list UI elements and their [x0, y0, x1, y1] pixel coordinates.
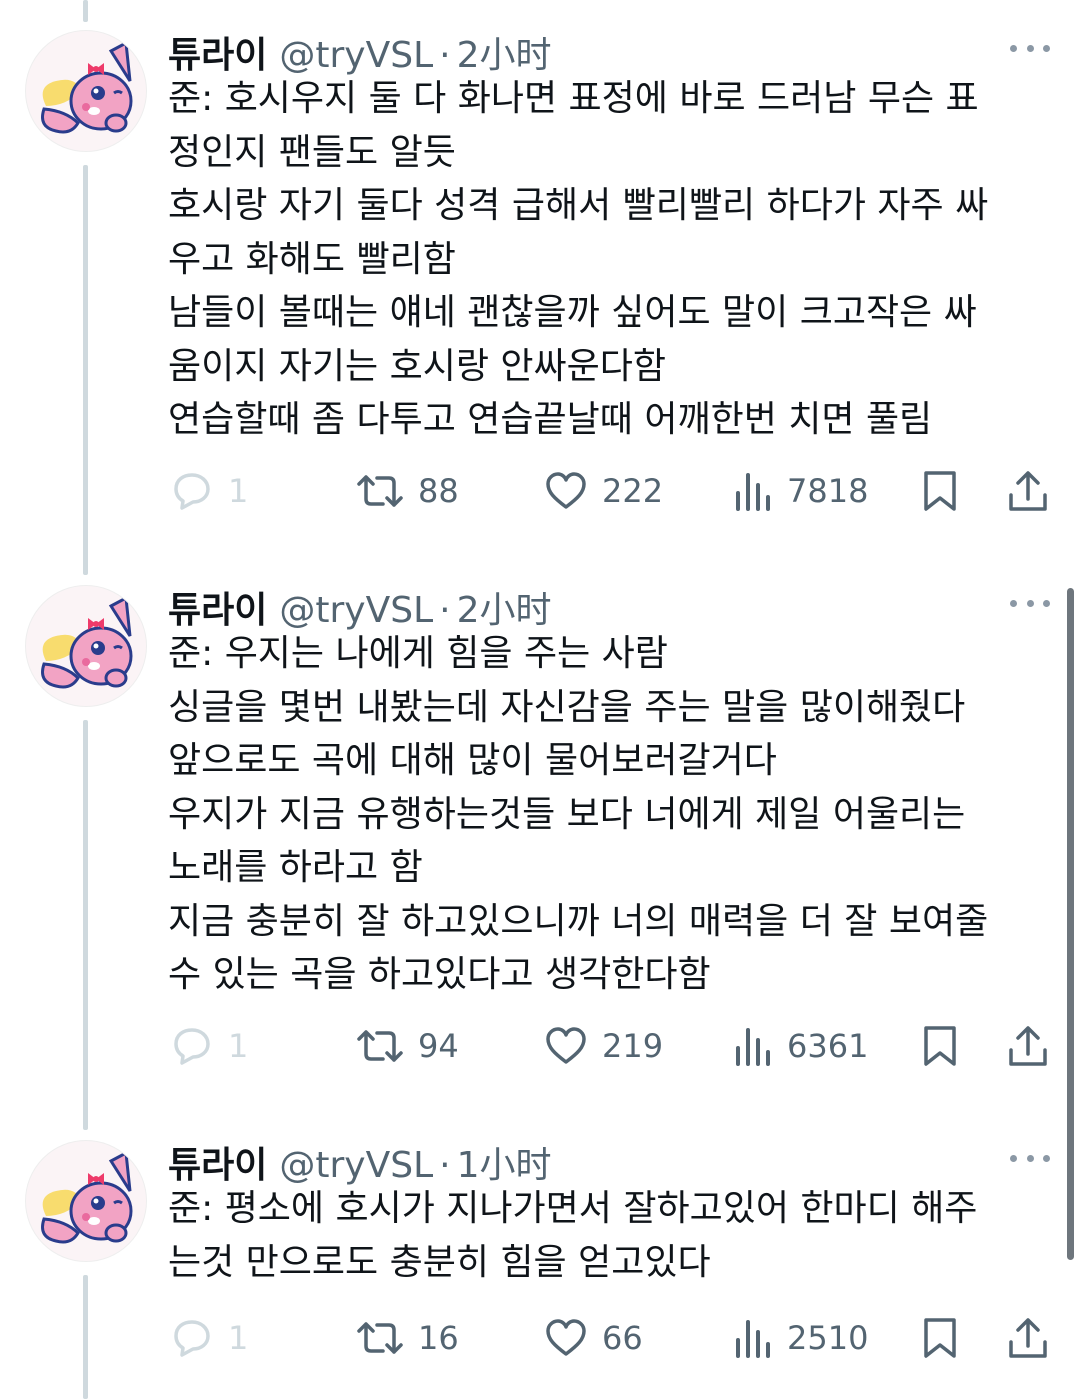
scrollbar[interactable]	[1067, 588, 1074, 1260]
reply-count: 1	[228, 1027, 249, 1065]
reply-button[interactable]: 1	[170, 1022, 248, 1070]
bookmark-icon	[924, 471, 956, 511]
retweet-count: 16	[418, 1319, 459, 1357]
tweet-text-line: 준: 호시우지 둘 다 화나면 표정에 바로 드러남 무슨 표	[168, 78, 979, 119]
tweet-text-line: 정인지 팬들도 알듯	[168, 131, 456, 173]
tweet-actions: 1 88 222 7818	[168, 467, 1058, 515]
bunny-avatar-icon	[41, 1150, 133, 1244]
tweet-text: 준: 우지는 나에게 힘을 주는 사람 싱글을 몇번 내봤는데 자신감을 주는 …	[168, 627, 1048, 1002]
more-dots-icon[interactable]	[1010, 597, 1050, 609]
separator-dot: ·	[439, 1145, 451, 1186]
like-count: 222	[602, 472, 664, 510]
share-button[interactable]	[1006, 1022, 1050, 1070]
reply-icon	[174, 473, 210, 510]
retweet-count: 88	[418, 472, 459, 510]
retweet-count: 94	[418, 1027, 459, 1065]
reply-button[interactable]: 1	[170, 467, 248, 515]
display-name[interactable]: 튜라이	[168, 581, 267, 633]
separator-dot: ·	[439, 590, 451, 631]
retweet-button[interactable]: 88	[356, 467, 459, 515]
separator-dot: ·	[439, 35, 451, 76]
tweet-header: 튜라이 @tryVSL · 2小时	[168, 581, 552, 631]
like-button[interactable]: 222	[544, 467, 663, 515]
share-button[interactable]	[1006, 467, 1050, 515]
reply-icon	[174, 1028, 210, 1065]
heart-icon	[546, 1027, 586, 1064]
views-chart-icon	[736, 473, 770, 511]
tweet-text-line: 준: 평소에 호시가 지나가면서 잘하고있어 한마디 해주	[168, 1188, 978, 1229]
views-chart-icon	[736, 1028, 770, 1066]
share-icon	[1009, 471, 1047, 511]
bookmark-button[interactable]	[920, 467, 960, 515]
bookmark-icon	[924, 1026, 956, 1066]
user-handle[interactable]: @tryVSL	[279, 35, 433, 76]
avatar[interactable]	[25, 585, 147, 707]
tweet-text-line: 노래를 하라고 함	[168, 847, 423, 888]
tweet[interactable]: 튜라이 @tryVSL · 2小时 준: 호시우지 둘 다 화나면 표정에 바로…	[0, 0, 1080, 555]
user-handle[interactable]: @tryVSL	[279, 590, 433, 631]
views-button[interactable]: 2510	[733, 1314, 868, 1362]
tweet-text-line: 수 있는 곡을 하고있다고 생각한다함	[168, 954, 711, 995]
tweet-text: 준: 호시우지 둘 다 화나면 표정에 바로 드러남 무슨 표 정인지 팬들도 …	[168, 72, 1048, 447]
tweet-text-line: 연습할때 좀 다투고 연습끝날때 어깨한번 치면 풀림	[168, 399, 933, 440]
tweet-text: 준: 평소에 호시가 지나가면서 잘하고있어 한마디 해주 는것 만으로도 충분…	[168, 1182, 1048, 1289]
tweet-text-line: 남들이 볼때는 얘네 괜찮을까 싶어도 말이 크고작은 싸	[168, 292, 977, 333]
tweet-header: 튜라이 @tryVSL · 2小时	[168, 26, 552, 76]
user-handle[interactable]: @tryVSL	[279, 1145, 433, 1186]
retweet-button[interactable]: 16	[356, 1314, 459, 1362]
avatar[interactable]	[25, 1140, 147, 1262]
tweet-actions: 1 94 219 6361	[168, 1022, 1058, 1070]
like-button[interactable]: 219	[544, 1022, 663, 1070]
share-icon	[1009, 1026, 1047, 1066]
reply-button[interactable]: 1	[170, 1314, 248, 1362]
heart-icon	[546, 1319, 586, 1356]
bunny-avatar-icon	[41, 40, 133, 134]
tweet[interactable]: 튜라이 @tryVSL · 2小时 준: 우지는 나에게 힘을 주는 사람 싱글…	[0, 555, 1080, 1110]
reply-count: 1	[228, 472, 249, 510]
like-count: 219	[602, 1027, 664, 1065]
tweet-header: 튜라이 @tryVSL · 1小时	[168, 1136, 552, 1186]
views-button[interactable]: 6361	[733, 1022, 868, 1070]
views-count: 6361	[787, 1027, 869, 1065]
tweet-text-line: 우고 화해도 빨리함	[168, 238, 456, 280]
like-count: 66	[602, 1319, 643, 1357]
tweet-text-line: 싱글을 몇번 내봤는데 자신감을 주는 말을 많이해줬다	[168, 686, 966, 728]
tweet-text-line: 지금 충분히 잘 하고있으니까 너의 매력을 더 잘 보여줄	[168, 900, 989, 942]
share-icon	[1009, 1318, 1047, 1358]
tweet-text-line: 호시랑 자기 둘다 성격 급해서 빨리빨리 하다가 자주 싸	[168, 185, 989, 226]
tweet-actions: 1 16 66 2510	[168, 1314, 1058, 1362]
avatar[interactable]	[25, 30, 147, 152]
tweet-text-line: 앞으로도 곡에 대해 많이 물어보러갈거다	[168, 740, 777, 781]
like-button[interactable]: 66	[544, 1314, 643, 1362]
heart-icon	[546, 472, 586, 509]
bookmark-button[interactable]	[920, 1022, 960, 1070]
bookmark-icon	[924, 1318, 956, 1358]
reply-icon	[174, 1320, 210, 1357]
tweet-text-line: 준: 우지는 나에게 힘을 주는 사람	[168, 633, 668, 674]
timestamp[interactable]: 2小时	[457, 581, 552, 633]
timestamp[interactable]: 1小时	[457, 1136, 552, 1188]
share-button[interactable]	[1006, 1314, 1050, 1362]
retweet-button[interactable]: 94	[356, 1022, 459, 1070]
tweet-text-line: 는것 만으로도 충분히 힘을 얻고있다	[168, 1241, 711, 1283]
timestamp[interactable]: 2小时	[457, 26, 552, 78]
retweet-icon	[357, 475, 403, 507]
bookmark-button[interactable]	[920, 1314, 960, 1362]
views-count: 7818	[787, 472, 869, 510]
tweet-feed: 튜라이 @tryVSL · 2小时 준: 호시우지 둘 다 화나면 표정에 바로…	[0, 0, 1080, 1399]
display-name[interactable]: 튜라이	[168, 1136, 267, 1188]
tweet-text-line: 움이지 자기는 호시랑 안싸운다함	[168, 345, 667, 387]
retweet-icon	[357, 1030, 403, 1062]
more-dots-icon[interactable]	[1010, 1152, 1050, 1164]
tweet-text-line: 우지가 지금 유행하는것들 보다 너에게 제일 어울리는	[168, 793, 966, 835]
views-count: 2510	[787, 1319, 869, 1357]
more-dots-icon[interactable]	[1010, 42, 1050, 54]
retweet-icon	[357, 1322, 403, 1354]
bunny-avatar-icon	[41, 595, 133, 689]
reply-count: 1	[228, 1319, 249, 1357]
tweet[interactable]: 튜라이 @tryVSL · 1小时 준: 평소에 호시가 지나가면서 잘하고있어…	[0, 1110, 1080, 1399]
display-name[interactable]: 튜라이	[168, 26, 267, 78]
views-button[interactable]: 7818	[733, 467, 868, 515]
views-chart-icon	[736, 1320, 770, 1358]
